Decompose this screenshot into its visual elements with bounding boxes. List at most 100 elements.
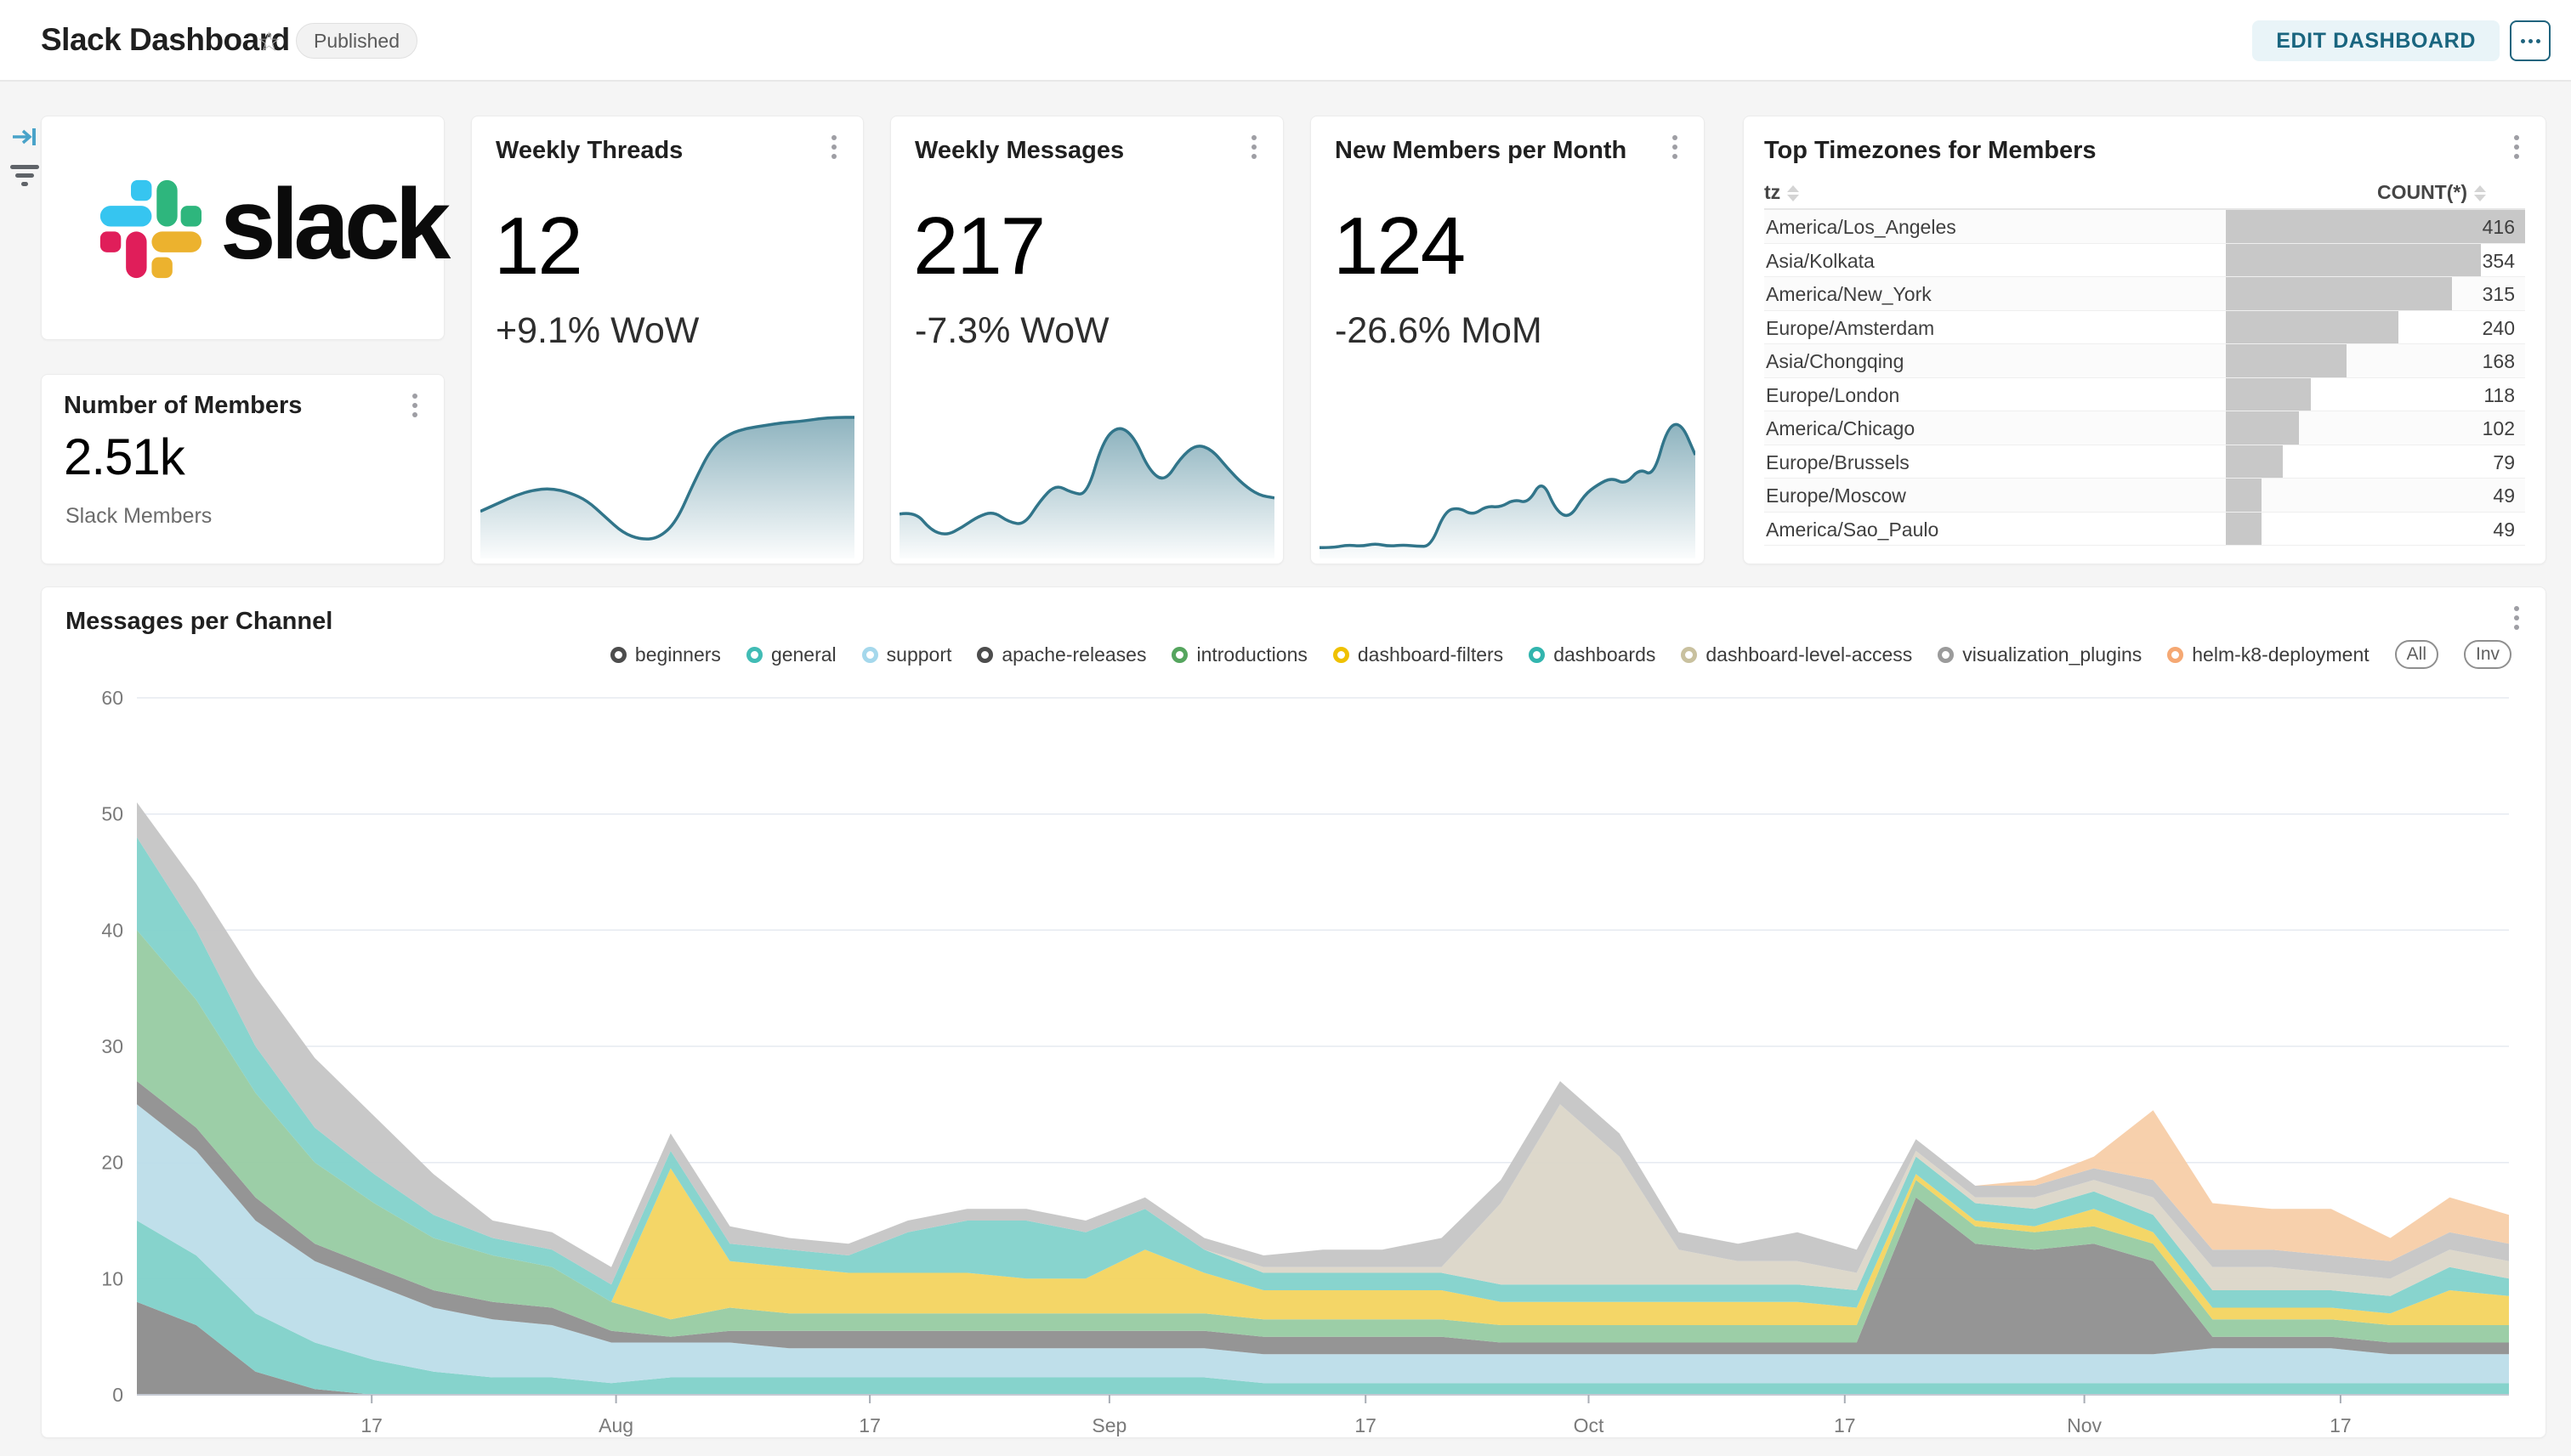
legend-series-dot-icon <box>977 647 993 663</box>
legend-series-dot-icon <box>1172 647 1188 663</box>
kebab-menu-icon[interactable] <box>2501 130 2532 164</box>
trendline-chart <box>900 407 1274 558</box>
legend-item[interactable]: visualization_plugins <box>1938 643 2142 666</box>
legend-series-label: visualization_plugins <box>1962 643 2142 666</box>
table-row: 49 Europe/Moscow <box>1764 479 2525 513</box>
big-number-value: 2.51k <box>64 428 184 486</box>
legend-item[interactable]: support <box>862 643 952 666</box>
count-bar-cell: 354 <box>2226 244 2525 277</box>
legend-item[interactable]: introductions <box>1172 643 1307 666</box>
legend-series-dot-icon <box>1529 647 1545 663</box>
legend-item[interactable]: dashboard-level-access <box>1681 643 1912 666</box>
timezone-name: Europe/Moscow <box>1766 484 1906 507</box>
svg-text:30: 30 <box>101 1035 123 1057</box>
slack-wordmark: slack <box>220 167 446 291</box>
count-bar <box>2226 277 2452 310</box>
svg-text:Oct: Oct <box>1574 1414 1604 1436</box>
expand-filter-bar-icon[interactable] <box>10 122 39 156</box>
table-row: 315 America/New_York <box>1764 277 2525 311</box>
count-bar <box>2226 344 2347 377</box>
kebab-menu-icon[interactable] <box>400 388 430 422</box>
legend-series-label: dashboard-level-access <box>1705 643 1912 666</box>
count-bar <box>2226 378 2311 411</box>
more-options-button[interactable] <box>2510 20 2551 61</box>
count-bar-cell: 49 <box>2226 513 2525 546</box>
published-badge[interactable]: Published <box>296 23 417 59</box>
big-number-subheader: Slack Members <box>65 504 212 529</box>
filter-rail <box>0 82 41 1453</box>
legend-series-label: support <box>887 643 952 666</box>
count-value: 49 <box>2493 518 2515 541</box>
big-number-subheader: -26.6% MoM <box>1335 310 1542 352</box>
svg-text:17: 17 <box>1834 1414 1856 1436</box>
table-row: 416 America/Los_Angeles <box>1764 210 2525 244</box>
stacked-area-chart: 010203040506017Aug17Sep17Oct17Nov17 <box>52 691 2509 1456</box>
legend-series-label: dashboards <box>1553 643 1655 666</box>
card-title: Weekly Messages <box>915 137 1124 165</box>
count-bar-cell: 240 <box>2226 311 2525 344</box>
count-value: 416 <box>2483 216 2515 239</box>
svg-text:17: 17 <box>859 1414 881 1436</box>
legend-item[interactable]: helm-k8-deployment <box>2167 643 2369 666</box>
slack-logo-card: slack <box>41 116 445 340</box>
timezone-name: Europe/London <box>1766 384 1899 407</box>
table-row: 240 Europe/Amsterdam <box>1764 311 2525 345</box>
count-bar-cell: 118 <box>2226 378 2525 411</box>
svg-text:Nov: Nov <box>2067 1414 2102 1436</box>
timezone-name: Europe/Amsterdam <box>1766 317 1934 340</box>
legend-item[interactable]: dashboard-filters <box>1333 643 1503 666</box>
legend-series-label: beginners <box>635 643 721 666</box>
table-header-row: tz COUNT(*) <box>1764 178 2525 210</box>
svg-text:40: 40 <box>101 919 123 941</box>
table-row: 102 America/Chicago <box>1764 411 2525 445</box>
legend-series-dot-icon <box>746 647 763 663</box>
count-bar <box>2226 513 2262 546</box>
trendline-chart <box>1320 407 1695 558</box>
legend-series-dot-icon <box>862 647 878 663</box>
favorite-star-icon[interactable]: ☆ <box>257 25 281 58</box>
column-header-tz[interactable]: tz <box>1764 181 1799 204</box>
legend-series-dot-icon <box>2167 647 2183 663</box>
legend-series-label: general <box>771 643 837 666</box>
legend-series-dot-icon <box>610 647 627 663</box>
legend-all-button[interactable]: All <box>2395 640 2438 669</box>
legend-item[interactable]: apache-releases <box>977 643 1146 666</box>
svg-text:Aug: Aug <box>599 1414 633 1436</box>
kebab-menu-icon[interactable] <box>819 130 849 164</box>
trendline-chart <box>480 407 854 558</box>
timezone-name: Asia/Kolkata <box>1766 250 1875 273</box>
count-bar-cell: 168 <box>2226 344 2525 377</box>
number-of-members-card: Number of Members 2.51k Slack Members <box>41 374 445 564</box>
kebab-menu-icon[interactable] <box>2501 601 2532 635</box>
svg-text:0: 0 <box>112 1384 123 1406</box>
table-row: 49 America/Sao_Paulo <box>1764 513 2525 547</box>
svg-text:50: 50 <box>101 803 123 825</box>
timezone-name: Europe/Brussels <box>1766 451 1910 474</box>
count-bar-cell: 315 <box>2226 277 2525 310</box>
sort-icon <box>2474 185 2486 201</box>
kebab-menu-icon[interactable] <box>1239 130 1269 164</box>
timezone-name: America/Los_Angeles <box>1766 216 1956 239</box>
kebab-menu-icon[interactable] <box>1660 130 1690 164</box>
column-header-count[interactable]: COUNT(*) <box>2377 181 2486 204</box>
legend-inv-button[interactable]: Inv <box>2464 640 2511 669</box>
weekly-threads-card: Weekly Threads 12 +9.1% WoW <box>471 116 864 564</box>
edit-dashboard-button[interactable]: EDIT DASHBOARD <box>2252 20 2500 61</box>
count-value: 168 <box>2483 350 2515 373</box>
legend-item[interactable]: dashboards <box>1529 643 1655 666</box>
count-value: 354 <box>2483 250 2515 273</box>
filter-funnel-icon[interactable] <box>9 161 41 193</box>
count-bar <box>2226 411 2299 445</box>
count-value: 240 <box>2483 317 2515 340</box>
legend-item[interactable]: general <box>746 643 837 666</box>
legend-series-dot-icon <box>1938 647 1954 663</box>
svg-text:Sep: Sep <box>1092 1414 1127 1436</box>
slack-logo-mark <box>96 176 201 281</box>
timezone-name: America/New_York <box>1766 283 1932 306</box>
weekly-messages-card: Weekly Messages 217 -7.3% WoW <box>890 116 1284 564</box>
count-value: 79 <box>2493 451 2515 474</box>
count-bar-cell: 416 <box>2226 210 2525 243</box>
svg-text:17: 17 <box>1354 1414 1376 1436</box>
card-title: Top Timezones for Members <box>1764 137 2097 165</box>
legend-item[interactable]: beginners <box>610 643 721 666</box>
